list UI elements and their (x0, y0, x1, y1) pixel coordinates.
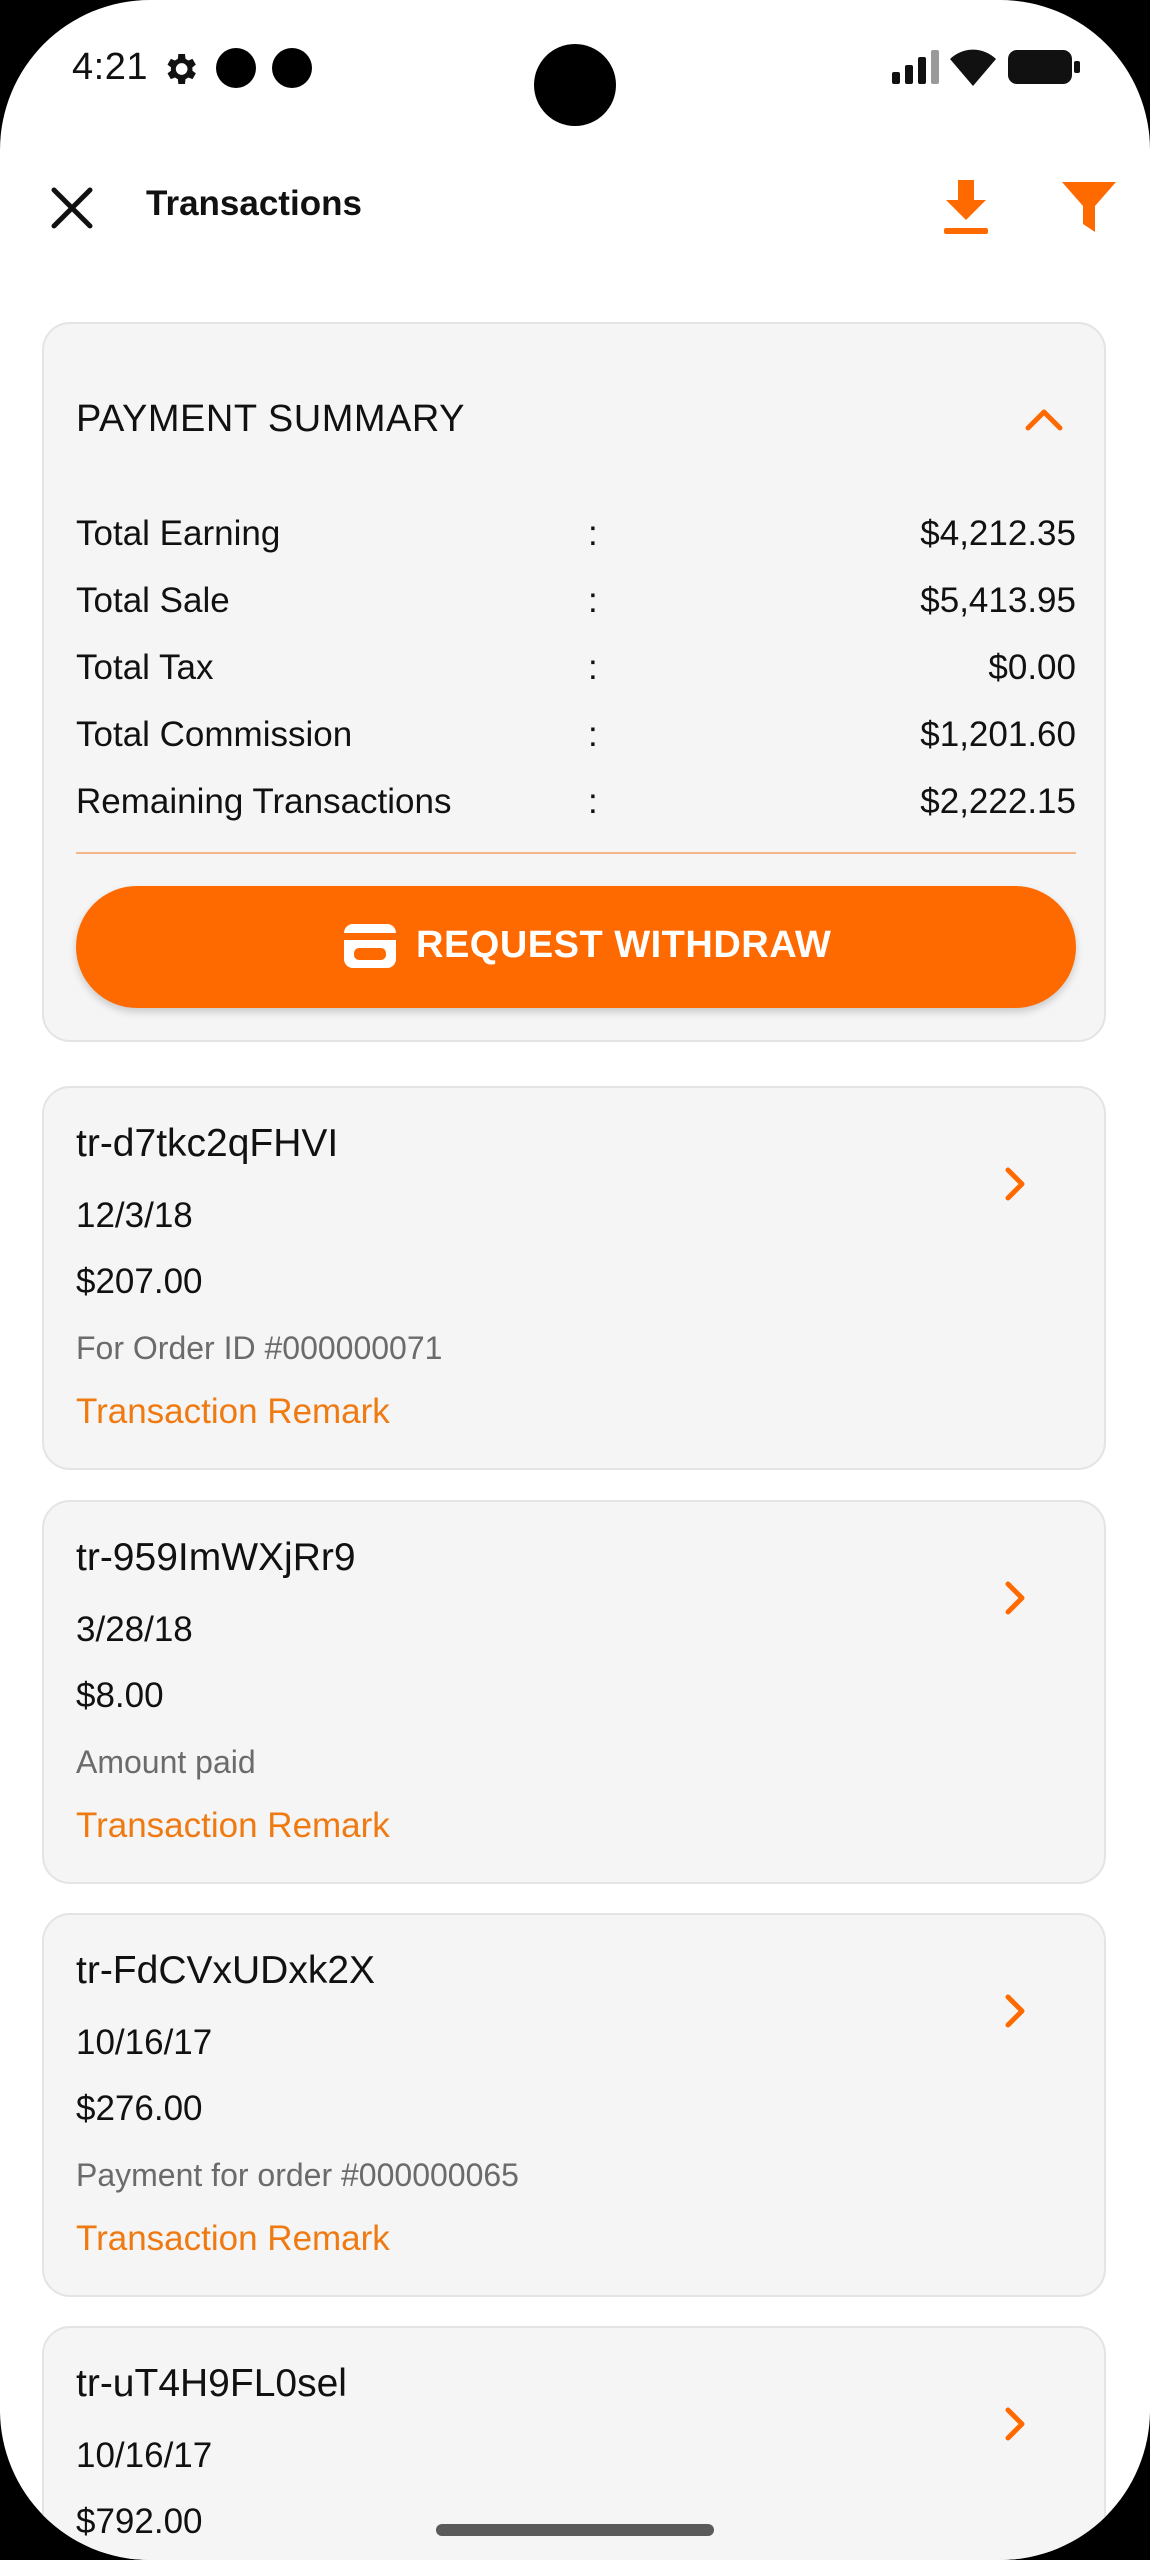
wallet-icon (344, 924, 396, 968)
chevron-right-icon[interactable] (1000, 1164, 1030, 1204)
transaction-id: tr-FdCVxUDxk2X (76, 1949, 376, 1992)
transaction-card[interactable]: tr-d7tkc2qFHVI 12/3/18 $207.00 For Order… (42, 1086, 1106, 1470)
transaction-description: Amount paid (76, 1744, 256, 1780)
transaction-date: 10/16/17 (76, 2436, 213, 2475)
summary-row: Total Commission : $1,201.60 (76, 715, 1076, 765)
chevron-right-icon[interactable] (1000, 2404, 1030, 2444)
chevron-right-icon[interactable] (1000, 1991, 1030, 2031)
summary-colon: : (588, 648, 598, 687)
phone-screen: 4:21 Transactions PAYMENT SUMMARY Total … (0, 0, 1150, 2560)
payment-summary-card: PAYMENT SUMMARY Total Earning : $4,212.3… (42, 322, 1106, 1042)
summary-colon: : (588, 514, 598, 553)
close-icon[interactable] (44, 180, 100, 236)
download-icon[interactable] (940, 180, 992, 236)
transaction-remark-link[interactable]: Transaction Remark (76, 1392, 390, 1432)
transaction-date: 12/3/18 (76, 1196, 193, 1235)
app-bar: Transactions (0, 160, 1150, 254)
summary-value: $5,413.95 (920, 581, 1076, 620)
transaction-card[interactable]: tr-959ImWXjRr9 3/28/18 $8.00 Amount paid… (42, 1500, 1106, 1884)
transaction-remark-link[interactable]: Transaction Remark (76, 1806, 390, 1846)
summary-row: Total Tax : $0.00 (76, 648, 1076, 698)
signal-icon (892, 50, 939, 84)
summary-label: Total Tax (76, 648, 214, 687)
front-camera (534, 44, 616, 126)
wifi-icon (950, 49, 996, 86)
transaction-date: 10/16/17 (76, 2023, 213, 2062)
transaction-id: tr-uT4H9FL0sel (76, 2362, 347, 2405)
summary-row: Total Sale : $5,413.95 (76, 581, 1076, 631)
notification-dot (272, 48, 312, 88)
transaction-amount: $207.00 (76, 1262, 203, 1301)
transaction-id: tr-959ImWXjRr9 (76, 1536, 356, 1579)
page-title: Transactions (146, 184, 362, 223)
transaction-amount: $276.00 (76, 2089, 203, 2128)
summary-divider (76, 852, 1076, 854)
status-time: 4:21 (72, 46, 148, 88)
status-bar: 4:21 (0, 0, 1150, 140)
summary-label: Total Sale (76, 581, 230, 620)
summary-colon: : (588, 581, 598, 620)
request-withdraw-button[interactable]: REQUEST WITHDRAW (76, 886, 1076, 1008)
gear-icon (167, 54, 196, 84)
summary-value: $4,212.35 (920, 514, 1076, 553)
transaction-amount: $8.00 (76, 1676, 164, 1715)
transaction-date: 3/28/18 (76, 1610, 193, 1649)
transaction-amount: $792.00 (76, 2502, 203, 2541)
summary-label: Total Commission (76, 715, 353, 754)
transaction-id: tr-d7tkc2qFHVI (76, 1122, 339, 1165)
filter-icon[interactable] (1062, 182, 1116, 234)
transaction-card[interactable]: tr-FdCVxUDxk2X 10/16/17 $276.00 Payment … (42, 1913, 1106, 2297)
summary-colon: : (588, 715, 598, 754)
chevron-right-icon[interactable] (1000, 1578, 1030, 1618)
battery-icon (1008, 50, 1080, 84)
summary-row: Total Earning : $4,212.35 (76, 514, 1076, 564)
chevron-up-icon[interactable] (1022, 402, 1066, 436)
notification-dot (216, 48, 256, 88)
home-indicator[interactable] (436, 2524, 714, 2536)
transaction-description: Payment for order #000000065 (76, 2157, 519, 2193)
summary-colon: : (588, 782, 598, 821)
transaction-remark-link[interactable]: Transaction Remark (76, 2219, 390, 2259)
summary-label: Total Earning (76, 514, 281, 553)
summary-value: $1,201.60 (920, 715, 1076, 754)
summary-value: $0.00 (988, 648, 1076, 687)
transaction-description: For Order ID #000000071 (76, 1330, 443, 1366)
summary-value: $2,222.15 (920, 782, 1076, 821)
summary-label: Remaining Transactions (76, 782, 452, 821)
summary-row: Remaining Transactions : $2,222.15 (76, 782, 1076, 832)
summary-title: PAYMENT SUMMARY (76, 398, 465, 440)
request-withdraw-label: REQUEST WITHDRAW (416, 924, 832, 966)
